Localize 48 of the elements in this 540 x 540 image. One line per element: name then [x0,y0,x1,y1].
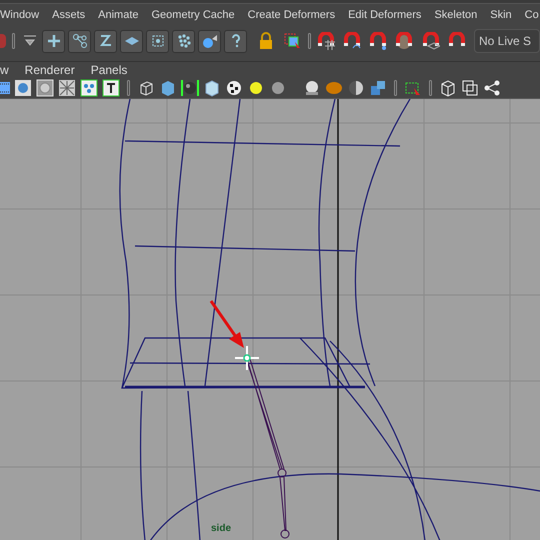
panel-menu-item[interactable]: Panels [90,61,128,79]
share-icon[interactable] [483,79,501,97]
menu-item[interactable]: Geometry Cache [152,6,235,24]
selection-icon[interactable] [284,32,302,50]
menu-item[interactable]: Co [524,6,539,24]
lattice-icon [150,33,166,49]
nodes-icon[interactable] [80,79,98,97]
checker-ball-icon[interactable] [225,79,243,97]
grid-icon[interactable] [58,79,76,97]
select-by-curve-button[interactable] [94,30,117,52]
live-surface-field[interactable]: No Live S [474,29,540,53]
sphere-camera-icon [202,33,218,49]
menu-item[interactable]: Assets [52,6,86,24]
menu-item[interactable]: Skeleton [434,6,478,24]
snap-to-point-icon[interactable] [369,32,388,50]
copy-icon[interactable] [461,79,479,97]
particles-icon [176,33,192,49]
help-button[interactable] [224,30,247,52]
menu-item[interactable]: Skin [490,6,512,24]
arrow-annotation [210,300,244,348]
panel-menu-item[interactable]: w [0,61,9,79]
film-icon[interactable] [0,79,10,97]
select-by-dynamic-button[interactable] [172,30,195,52]
select-by-rendering-button[interactable] [198,30,221,52]
move-cursor-icon [234,345,260,371]
select-by-handle-button[interactable] [42,30,65,52]
snap-to-grid-icon[interactable] [316,32,335,50]
menu-item[interactable]: Edit Deformers [348,6,422,24]
ball-icon[interactable] [325,79,343,97]
lit-sphere-icon[interactable] [303,79,321,97]
plus-icon [46,33,62,49]
select-by-deformation-button[interactable] [146,30,169,52]
snap-to-curve-icon[interactable] [342,32,361,50]
text-icon[interactable] [102,79,120,97]
joint-icon [72,33,88,49]
panel-menu-item[interactable]: Renderer [24,61,75,79]
light-icon[interactable] [247,79,265,97]
menu-item[interactable]: Create Deformers [248,6,336,24]
half-sphere-icon[interactable] [347,79,365,97]
select-by-surface-button[interactable] [120,30,143,52]
cube-icon[interactable] [439,79,457,97]
cubes-icon[interactable] [369,79,387,97]
curve-icon [98,33,114,49]
snap-to-surface-icon[interactable] [422,32,440,50]
menu-item[interactable]: Window [0,6,40,24]
camera-label: side [211,522,232,536]
menu-item[interactable]: Animate [98,6,138,24]
select-by-joint-button[interactable] [68,30,91,52]
